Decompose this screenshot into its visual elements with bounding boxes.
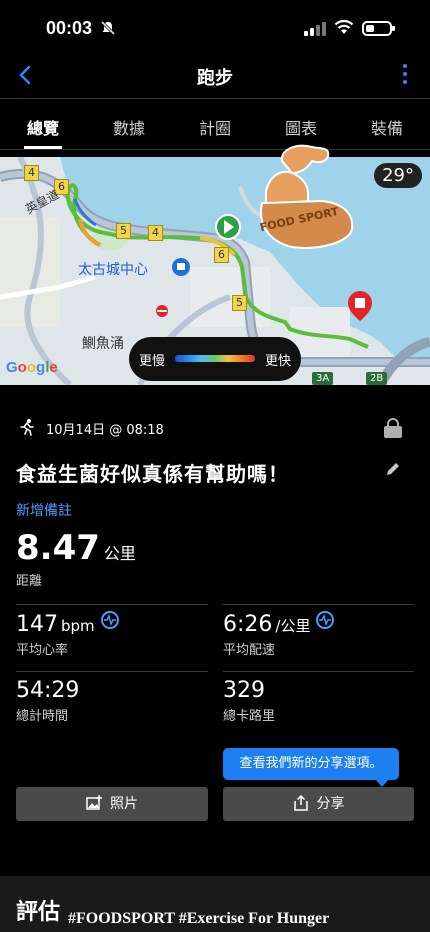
stat-calories: 329 總卡路里 xyxy=(223,678,276,724)
legend-slow-label: 更慢 xyxy=(139,354,166,369)
road-number-tag: 6 xyxy=(214,247,229,263)
divider xyxy=(16,671,208,672)
photos-button[interactable]: 照片 xyxy=(16,787,208,821)
share-tooltip[interactable]: 查看我們新的分享選項。 xyxy=(223,748,399,787)
stat-pace: 6:26/公里 平均配速 xyxy=(223,611,335,658)
evaluation-heading: 評估 xyxy=(16,900,61,925)
tab-bar: 總覽 數據 計圈 圖表 裝備 xyxy=(0,98,430,150)
pace-legend: 更慢 更快 xyxy=(129,337,301,381)
add-note-link[interactable]: 新增備註 xyxy=(16,500,72,520)
watermark-hashtags: #FOODSPORT #Exercise For Hunger xyxy=(68,910,330,927)
food-sport-arm-sticker: FOOD SPORT xyxy=(259,144,354,249)
page-title: 跑步 xyxy=(197,68,233,89)
pace-gradient-bar xyxy=(175,355,255,362)
map-label-quarry-bay: 鰂魚涌 xyxy=(82,336,124,352)
share-icon xyxy=(293,794,308,811)
google-logo: Google xyxy=(6,359,58,376)
share-button[interactable]: 分享 xyxy=(223,787,414,821)
bell-muted-icon xyxy=(100,20,116,36)
route-map[interactable]: 4 6 5 4 6 5 英皇道 太古城中心 鰂魚涌 3A 2B 29° 更慢 更… xyxy=(0,157,430,385)
temperature-badge: 29° xyxy=(374,163,422,188)
stat-total-time: 54:29 總計時間 xyxy=(16,678,80,724)
running-icon xyxy=(20,419,34,436)
status-bar: 00:03 xyxy=(0,0,430,54)
lock-icon[interactable] xyxy=(384,418,402,438)
divider xyxy=(223,671,414,672)
divider xyxy=(223,604,414,605)
battery-icon xyxy=(362,21,395,36)
status-time: 00:03 xyxy=(46,18,93,38)
activity-title: 食益生菌好似真係有幫助嗎！ xyxy=(16,462,289,486)
pace-chart-icon[interactable] xyxy=(316,611,335,629)
exit-tag: 2B xyxy=(366,372,388,385)
wifi-icon xyxy=(334,19,354,34)
road-number-tag: 5 xyxy=(116,223,131,239)
road-number-tag: 4 xyxy=(24,165,39,181)
tab-gear[interactable]: 裝備 xyxy=(344,99,430,149)
stat-heart-rate: 147 bpm 平均心率 xyxy=(16,611,119,658)
photo-add-icon xyxy=(86,795,102,810)
exit-tag: 3A xyxy=(312,372,334,385)
divider xyxy=(16,604,208,605)
distance-label: 距離 xyxy=(16,574,43,589)
nav-bar: 跑步 xyxy=(0,54,430,98)
tab-overview[interactable]: 總覽 xyxy=(0,99,86,149)
legend-fast-label: 更快 xyxy=(264,354,291,369)
cellular-signal-icon xyxy=(304,22,326,36)
activity-meta: 10月14日 @ 08:18 xyxy=(18,418,418,440)
activity-date: 10月14日 @ 08:18 xyxy=(46,423,164,438)
tab-laps[interactable]: 計圈 xyxy=(172,99,258,149)
map-label-taikoo: 太古城中心 xyxy=(78,262,148,278)
tab-stats[interactable]: 數據 xyxy=(86,99,172,149)
more-options-icon[interactable] xyxy=(402,64,408,88)
edit-pencil-icon[interactable] xyxy=(384,460,402,478)
heart-rate-chart-icon[interactable] xyxy=(100,611,119,629)
distance-value: 8.47 公里 xyxy=(16,528,136,568)
road-number-tag: 5 xyxy=(232,295,247,311)
road-number-tag: 4 xyxy=(148,225,163,241)
